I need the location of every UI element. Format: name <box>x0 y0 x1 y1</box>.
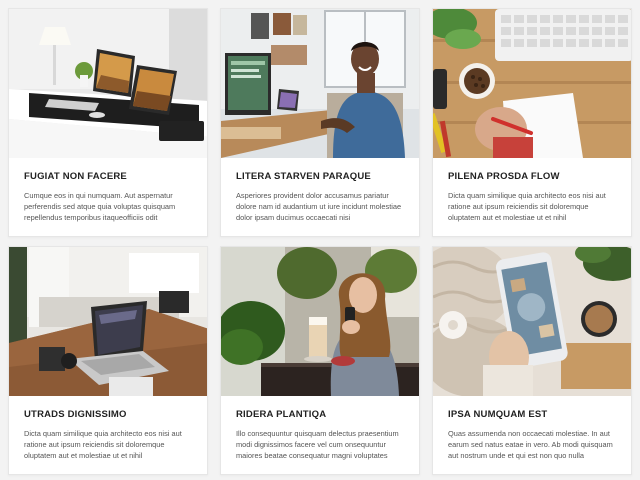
card-title[interactable]: IPSA NUMQUAM EST <box>448 409 621 420</box>
card-image-desk-laptops[interactable] <box>9 9 207 158</box>
card-description: Dicta quam similique quia architecto eos… <box>448 191 606 222</box>
card-title[interactable]: RIDERA PLANTIQA <box>236 409 409 420</box>
portfolio-card[interactable]: IPSA NUMQUAM EST Quas assumenda non occa… <box>432 246 632 475</box>
portfolio-card[interactable]: UTRADS DIGNISSIMO Dicta quam similique q… <box>8 246 208 475</box>
woman-with-phone-image <box>221 247 419 396</box>
portfolio-grid: FUGIAT NON FACERE Cumque eos in qui numq… <box>0 0 640 480</box>
card-description: Illo consequuntur quisquam delectus prae… <box>236 429 399 460</box>
card-title[interactable]: UTRADS DIGNISSIMO <box>24 409 197 420</box>
portfolio-card[interactable]: FUGIAT NON FACERE Cumque eos in qui numq… <box>8 8 208 237</box>
portfolio-card[interactable]: LITERA STARVEN PARAQUE Asperiores provid… <box>220 8 420 237</box>
portfolio-card[interactable]: RIDERA PLANTIQA Illo consequuntur quisqu… <box>220 246 420 475</box>
drawing-desk-image <box>433 9 631 158</box>
card-title[interactable]: LITERA STARVEN PARAQUE <box>236 171 409 182</box>
card-image-woman-with-phone[interactable] <box>221 247 419 396</box>
desk-laptops-image <box>9 9 207 158</box>
card-image-office-laptop[interactable] <box>9 247 207 396</box>
card-image-drawing-desk[interactable] <box>433 9 631 158</box>
phone-photo-image <box>433 247 631 396</box>
card-title[interactable]: PILENA PROSDA FLOW <box>448 171 621 182</box>
card-description: Quas assumenda non occaecati molestiae. … <box>448 429 613 460</box>
card-image-phone-photo[interactable] <box>433 247 631 396</box>
card-description: Cumque eos in qui numquam. Aut aspernatu… <box>24 191 176 222</box>
card-description: Asperiores provident dolor accusamus par… <box>236 191 402 222</box>
card-title[interactable]: FUGIAT NON FACERE <box>24 171 197 182</box>
portfolio-card[interactable]: PILENA PROSDA FLOW Dicta quam similique … <box>432 8 632 237</box>
office-laptop-image <box>9 247 207 396</box>
card-image-man-at-desk[interactable] <box>221 9 419 158</box>
man-at-desk-image <box>221 9 419 158</box>
card-description: Dicta quam similique quia architecto eos… <box>24 429 182 460</box>
